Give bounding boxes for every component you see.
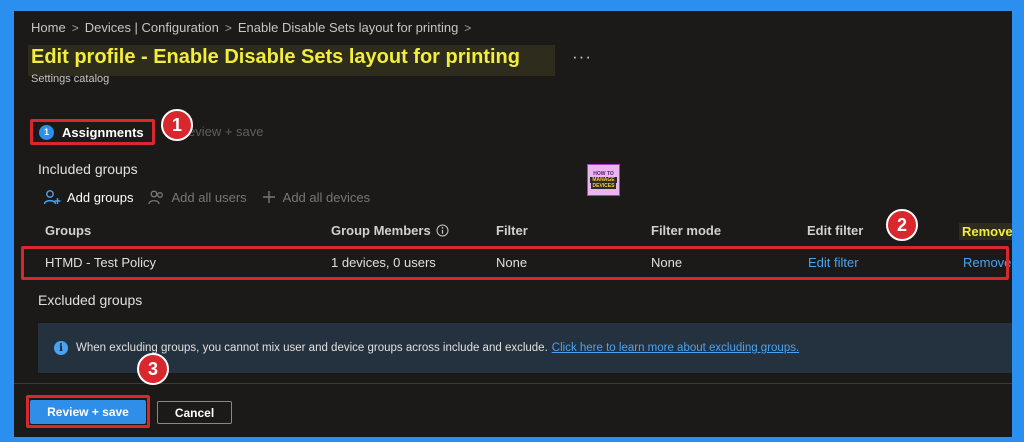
tab-assignments-label: Assignments <box>62 124 144 140</box>
column-filter: Filter <box>496 223 528 238</box>
add-all-devices-label: Add all devices <box>282 189 371 205</box>
annotation-badge-3: 3 <box>137 353 169 385</box>
row-group-name: HTMD - Test Policy <box>45 255 156 270</box>
breadcrumb: Home > Devices | Configuration > Enable … <box>31 20 477 35</box>
annotation-badge-1: 1 <box>161 109 193 141</box>
excluding-groups-learn-more-link[interactable]: Click here to learn more about excluding… <box>552 342 799 354</box>
add-all-devices-button[interactable]: Add all devices <box>261 189 370 205</box>
remove-link[interactable]: Remove <box>963 255 1011 270</box>
included-groups-toolbar: Add groups Add all users Add all devices <box>43 189 370 205</box>
breadcrumb-home[interactable]: Home <box>31 20 66 35</box>
add-groups-label: Add groups <box>67 189 134 205</box>
column-edit-filter: Edit filter <box>807 223 864 238</box>
row-filter: None <box>496 255 528 270</box>
row-filter-mode: None <box>651 255 683 270</box>
table-row[interactable]: HTMD - Test Policy 1 devices, 0 users No… <box>14 245 1012 279</box>
info-circle-icon[interactable] <box>436 224 449 237</box>
page-title: Edit profile - Enable Disable Sets layou… <box>31 46 520 68</box>
cancel-button[interactable]: Cancel <box>157 401 232 424</box>
column-filter-mode: Filter mode <box>651 223 722 238</box>
breadcrumb-chevron-icon: > <box>71 20 79 35</box>
htmd-logo: HOW TO MANAGE DEVICES <box>587 164 620 196</box>
plus-icon <box>262 191 275 203</box>
add-all-users-button[interactable]: Add all users <box>147 189 247 205</box>
portal-window: Home > Devices | Configuration > Enable … <box>14 11 1012 437</box>
breadcrumb-chevron-icon: > <box>224 20 232 35</box>
annotation-badge-2: 2 <box>886 209 918 241</box>
more-options-icon[interactable]: ··· <box>572 47 592 67</box>
tab-assignments[interactable]: 1 Assignments <box>30 119 155 145</box>
column-groups: Groups <box>45 223 92 238</box>
exclusion-info-text: When excluding groups, you cannot mix us… <box>76 342 548 354</box>
logo-line-3: DEVICES <box>590 183 617 189</box>
row-group-members: 1 devices, 0 users <box>331 255 436 270</box>
page-subtitle: Settings catalog <box>31 73 110 85</box>
users-icon <box>147 190 163 205</box>
breadcrumb-devices-configuration[interactable]: Devices | Configuration <box>85 20 219 35</box>
tab-review-save[interactable]: eview + save <box>188 124 264 139</box>
footer-divider <box>14 383 1012 384</box>
breadcrumb-profile[interactable]: Enable Disable Sets layout for printing <box>238 20 458 35</box>
included-groups-heading: Included groups <box>38 161 138 177</box>
column-remove: Remove <box>959 223 1012 240</box>
column-group-members: Group Members <box>331 223 449 238</box>
excluded-groups-heading: Excluded groups <box>38 292 143 308</box>
add-all-users-label: Add all users <box>171 189 247 205</box>
breadcrumb-chevron-icon: > <box>464 20 472 35</box>
edit-filter-link[interactable]: Edit filter <box>808 255 859 270</box>
add-group-icon <box>43 190 61 205</box>
exclusion-info-bar: i When excluding groups, you cannot mix … <box>38 323 1012 373</box>
column-group-members-label: Group Members <box>331 223 431 238</box>
review-save-button[interactable]: Review + save <box>30 400 146 424</box>
groups-table-header: Groups Group Members Filter Filter mode … <box>14 220 1012 242</box>
info-icon: i <box>54 341 68 355</box>
step-number-icon: 1 <box>39 124 54 140</box>
add-groups-button[interactable]: Add groups <box>43 189 134 205</box>
